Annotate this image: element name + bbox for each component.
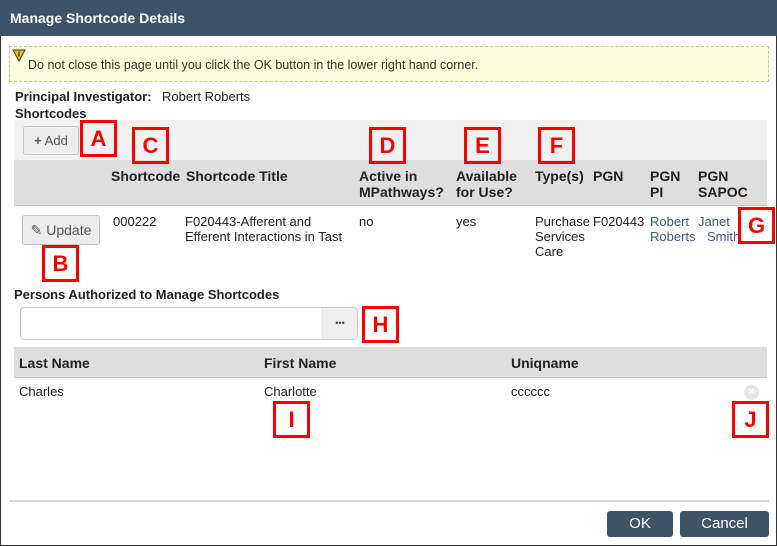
pgn-pi-last: Roberts bbox=[650, 229, 696, 244]
shortcodes-table-header: Shortcode Shortcode Title Active in MPat… bbox=[14, 160, 767, 206]
callout-b: B bbox=[42, 245, 79, 282]
col-title: Shortcode Title bbox=[186, 168, 288, 184]
callout-h: H bbox=[362, 306, 399, 343]
col-available: Available for Use? bbox=[456, 168, 517, 200]
type-item: Purchase bbox=[535, 214, 590, 229]
dialog-title: Manage Shortcode Details bbox=[0, 0, 777, 36]
callout-a: A bbox=[80, 120, 117, 157]
person-search-input[interactable] bbox=[21, 308, 321, 339]
cell-title: F020443-Afferent and Efferent Interactio… bbox=[185, 214, 343, 244]
callout-j: J bbox=[732, 401, 769, 438]
pgn-pi-link[interactable]: Robert Roberts bbox=[650, 214, 696, 244]
warning-text: Do not close this page until you click t… bbox=[28, 58, 479, 72]
cell-pgn: F020443 bbox=[593, 214, 645, 229]
pi-value: Robert Roberts bbox=[162, 89, 251, 104]
shortcodes-heading: Shortcodes bbox=[15, 106, 87, 121]
type-item: Services bbox=[535, 229, 585, 244]
add-button[interactable]: + Add bbox=[23, 126, 79, 155]
callout-c: C bbox=[132, 127, 169, 164]
col-types: Type(s) bbox=[535, 168, 584, 184]
ok-button[interactable]: OK bbox=[607, 511, 673, 537]
cell-uniqname: cccccc bbox=[511, 384, 550, 399]
persons-table-header: Last Name First Name Uniqname bbox=[14, 347, 767, 378]
cancel-button[interactable]: Cancel bbox=[680, 511, 769, 537]
col-uniqname: Uniqname bbox=[511, 355, 579, 371]
person-search-group: ••• bbox=[20, 307, 358, 340]
cell-types: Purchase Services Care bbox=[535, 214, 590, 259]
cell-active: no bbox=[359, 214, 374, 229]
persons-heading: Persons Authorized to Manage Shortcodes bbox=[14, 287, 280, 302]
callout-g: G bbox=[738, 207, 775, 244]
col-pgn-sapoc: PGN SAPOC bbox=[698, 168, 748, 200]
warning-icon bbox=[12, 49, 26, 62]
col-shortcode: Shortcode bbox=[111, 168, 181, 184]
add-label: Add bbox=[44, 133, 68, 148]
update-button[interactable]: ✎ Update bbox=[22, 215, 100, 245]
pgn-sapoc-last: Smith bbox=[707, 229, 741, 244]
browse-button[interactable]: ••• bbox=[321, 308, 357, 339]
callout-f: F bbox=[538, 127, 575, 164]
remove-person-icon[interactable]: × bbox=[744, 385, 759, 400]
plus-icon: + bbox=[34, 133, 42, 148]
update-label: Update bbox=[46, 222, 92, 238]
cell-available: yes bbox=[456, 214, 477, 229]
callout-i: I bbox=[273, 401, 310, 438]
type-item: Care bbox=[535, 244, 564, 259]
footer-divider bbox=[9, 500, 769, 502]
pgn-pi-first: Robert bbox=[650, 214, 690, 229]
col-pgn: PGN bbox=[593, 168, 624, 184]
pgn-sapoc-first: Janet bbox=[698, 214, 730, 229]
cell-shortcode: 000222 bbox=[113, 214, 157, 229]
pgn-sapoc-link[interactable]: Janet Smith bbox=[698, 214, 740, 244]
cell-first-name: Charlotte bbox=[264, 384, 317, 399]
cell-last-name: Charles bbox=[19, 384, 64, 399]
pi-label: Principal Investigator: bbox=[15, 89, 152, 104]
col-active: Active in MPathways? bbox=[359, 168, 444, 200]
callout-e: E bbox=[464, 127, 501, 164]
col-first-name: First Name bbox=[264, 355, 337, 371]
col-pgn-pi: PGN PI bbox=[650, 168, 681, 200]
edit-icon: ✎ bbox=[30, 222, 43, 238]
warning-banner: Do not close this page until you click t… bbox=[9, 46, 769, 82]
col-last-name: Last Name bbox=[19, 355, 90, 371]
callout-d: D bbox=[369, 127, 406, 164]
